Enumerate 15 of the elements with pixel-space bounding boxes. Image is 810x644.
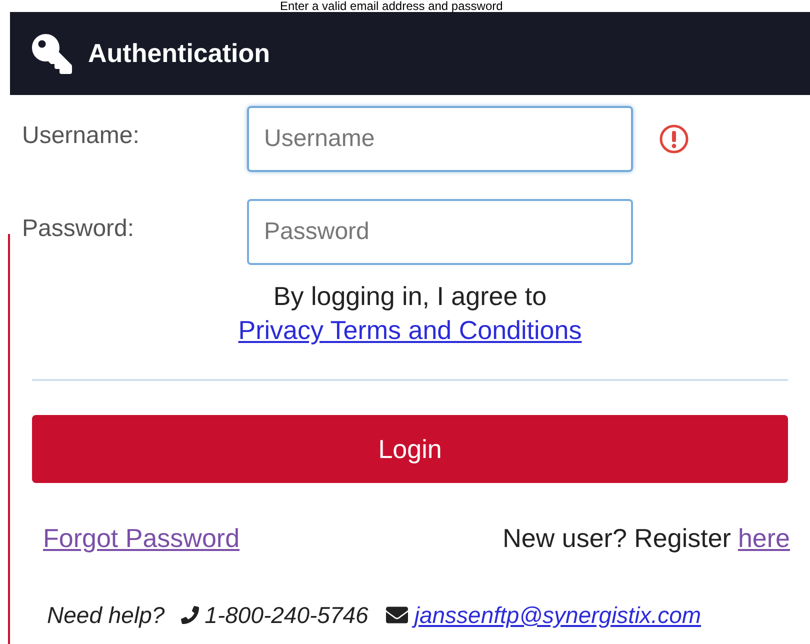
terms-link[interactable]: Privacy Terms and Conditions [238,313,582,347]
register-link[interactable]: here [738,519,790,558]
input-field[interactable]: Username [247,106,633,172]
instruction-text: Enter a valid email address and password [280,0,503,12]
field-label: Password: [22,214,136,244]
field-label: Username: [22,121,140,151]
phone-number: 1-800-240-5746 [204,601,368,630]
register-text: New user? Register [502,522,731,555]
header-title: Authentication [88,37,270,70]
input-field[interactable]: Password [247,199,633,265]
help-text: Need help? [47,601,165,630]
login-button[interactable]: Login [32,415,788,483]
email-link[interactable]: janssenftp@synergistix.com [414,598,702,632]
forgot-password-link[interactable]: Forgot Password [43,519,240,558]
agreement-text: By logging in, I agree to [273,280,547,313]
